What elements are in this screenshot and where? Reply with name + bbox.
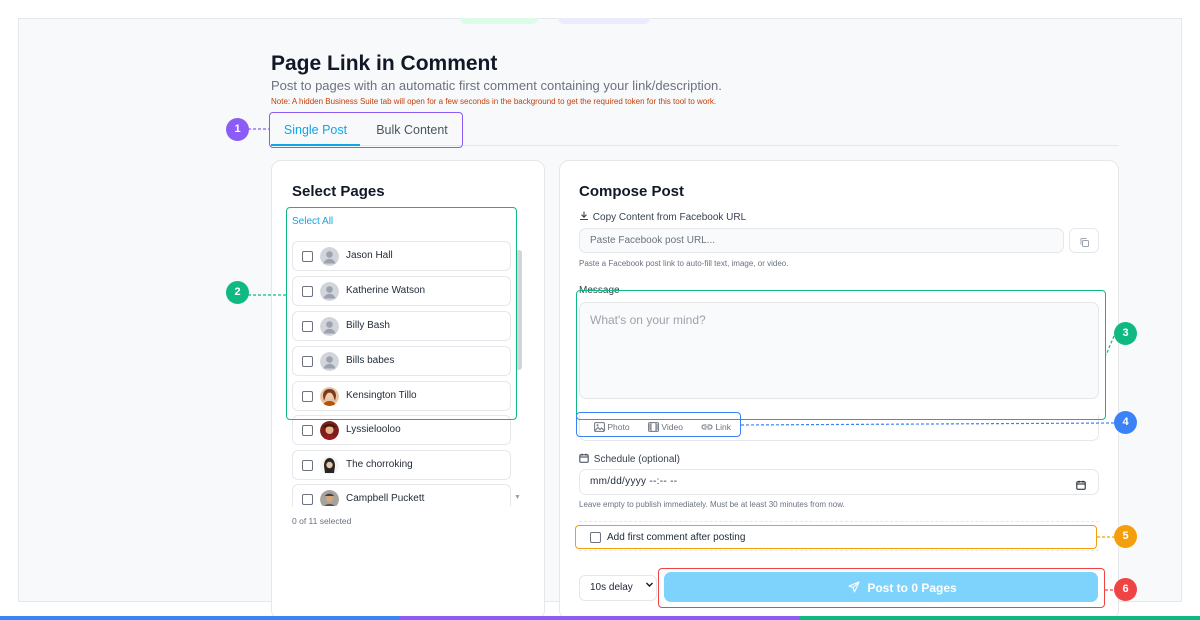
page-checkbox[interactable] (302, 321, 313, 332)
select-all-link[interactable]: Select All (292, 216, 333, 227)
link-icon (701, 422, 713, 434)
tab-bulk-content[interactable]: Bulk Content (366, 116, 458, 146)
page-name: Kensington Tillo (346, 390, 417, 401)
compose-post-title: Compose Post (579, 183, 685, 200)
select-pages-title: Select Pages (292, 183, 385, 200)
page-item[interactable]: The chorroking (292, 450, 511, 480)
page-item[interactable]: Katherine Watson (292, 276, 511, 306)
page-name: Bills babes (346, 355, 395, 366)
page-checkbox[interactable] (302, 251, 313, 262)
copy-content-label: Copy Content from Facebook URL (579, 211, 746, 224)
page-checkbox[interactable] (302, 391, 313, 402)
calendar-icon (579, 453, 591, 466)
chevron-down-icon (645, 580, 654, 591)
film-icon (648, 422, 659, 434)
send-icon (848, 581, 860, 596)
attach-link-button[interactable]: Link (701, 422, 731, 434)
page-item[interactable]: Campbell Puckett (292, 484, 511, 506)
post-button-label: Post to 0 Pages (848, 581, 957, 596)
annotation-badge-6: 6 (1114, 578, 1137, 601)
attach-label: Video (661, 422, 683, 432)
paste-button[interactable] (1069, 228, 1099, 253)
page-checkbox[interactable] (302, 356, 313, 367)
attach-label: Photo (607, 422, 630, 432)
pages-scrollbar[interactable] (516, 250, 522, 370)
post-button-text: Post to 0 Pages (867, 581, 957, 595)
attach-photo-button[interactable]: Photo (594, 422, 630, 434)
avatar (320, 421, 339, 440)
first-comment-label[interactable]: Add first comment after posting (607, 532, 745, 543)
page-checkbox[interactable] (302, 425, 313, 436)
page-name: Katherine Watson (346, 285, 426, 296)
page-checkbox[interactable] (302, 494, 313, 505)
message-label: Message (579, 285, 620, 296)
tab-single-post[interactable]: Single Post (271, 116, 360, 146)
page-name: Campbell Puckett (346, 493, 425, 504)
avatar (320, 456, 339, 475)
bottom-gradient-bar (0, 616, 1200, 620)
first-comment-checkbox[interactable] (590, 532, 601, 543)
selected-count: 0 of 11 selected (292, 516, 352, 526)
page-title: Page Link in Comment (271, 52, 498, 75)
image-icon (594, 422, 605, 434)
page-name: Lyssielooloo (346, 424, 401, 435)
avatar (320, 352, 339, 371)
avatar (320, 282, 339, 301)
page-item[interactable]: Bills babes (292, 346, 511, 376)
copy-icon (1079, 235, 1090, 253)
page-name: Jason Hall (346, 250, 393, 261)
ghost-pill (558, 18, 650, 24)
page-item[interactable]: Lyssielooloo (292, 415, 511, 445)
ghost-pill (460, 18, 538, 24)
avatar (320, 387, 339, 406)
annotation-badge-3: 3 (1114, 322, 1137, 345)
attach-label: Link (715, 422, 731, 432)
url-hint: Paste a Facebook post link to auto-fill … (579, 259, 789, 268)
page-checkbox[interactable] (302, 286, 313, 297)
page-name: Billy Bash (346, 320, 390, 331)
avatar (320, 247, 339, 266)
schedule-label: Schedule (optional) (579, 453, 680, 466)
schedule-datetime-input[interactable]: mm/dd/yyyy --:-- -- (579, 469, 1099, 495)
page-subtitle: Post to pages with an automatic first co… (271, 78, 722, 93)
annotation-badge-4: 4 (1114, 411, 1137, 434)
page-item[interactable]: Billy Bash (292, 311, 511, 341)
warning-note: Note: A hidden Business Suite tab will o… (271, 97, 717, 106)
message-textarea[interactable]: What's on your mind? (579, 302, 1099, 399)
attach-video-button[interactable]: Video (648, 422, 683, 434)
download-icon (579, 211, 590, 224)
calendar-picker-icon[interactable] (1076, 477, 1086, 495)
annotation-badge-1: 1 (226, 118, 249, 141)
copy-content-text: Copy Content from Facebook URL (592, 212, 747, 223)
facebook-url-input[interactable]: Paste Facebook post URL... (579, 228, 1064, 253)
tab-bar: Single Post Bulk Content (271, 116, 1119, 146)
schedule-text: Schedule (optional) (593, 454, 680, 465)
annotation-badge-5: 5 (1114, 525, 1137, 548)
page-item[interactable]: Kensington Tillo (292, 381, 511, 411)
scroll-down-icon[interactable]: ▼ (514, 494, 521, 501)
schedule-hint: Leave empty to publish immediately. Must… (579, 500, 845, 509)
page-checkbox[interactable] (302, 460, 313, 471)
avatar (320, 490, 339, 506)
page-item[interactable]: Jason Hall (292, 241, 511, 271)
page-name: The chorroking (346, 459, 413, 470)
avatar (320, 317, 339, 336)
annotation-badge-2: 2 (226, 281, 249, 304)
